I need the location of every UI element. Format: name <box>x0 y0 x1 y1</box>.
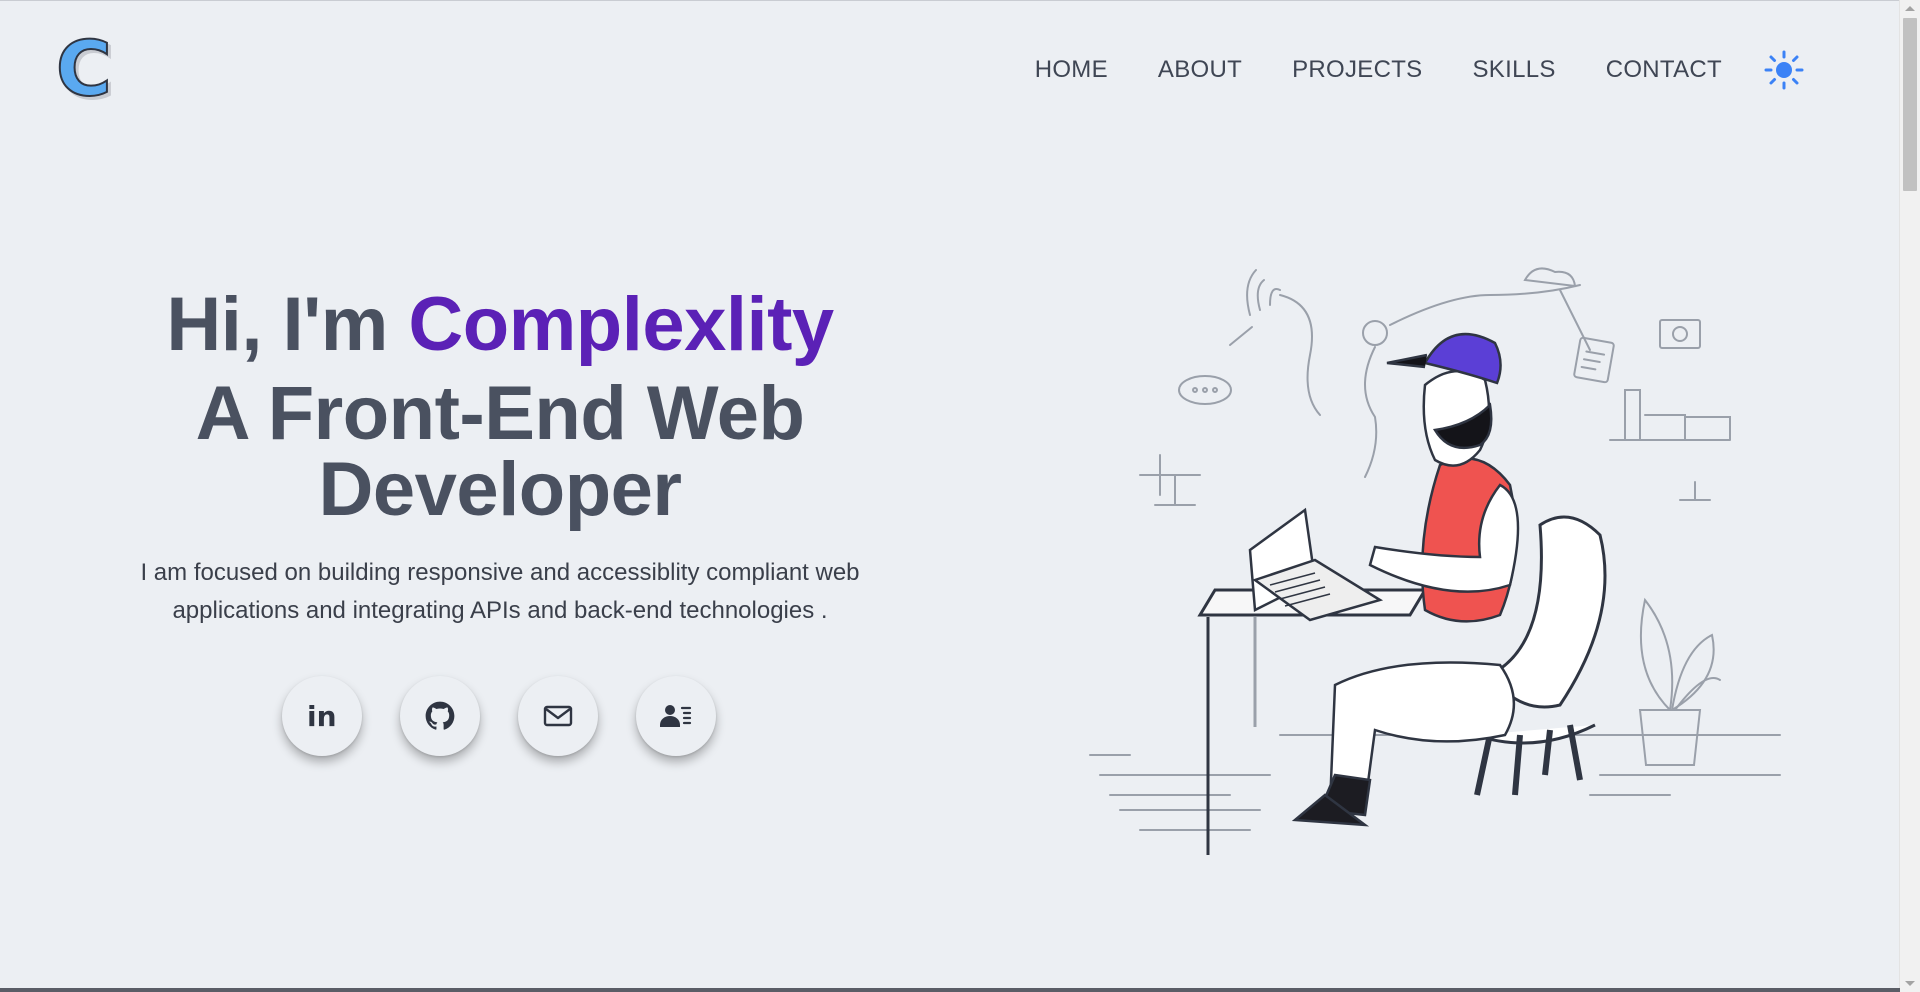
theme-toggle-button[interactable] <box>1764 50 1804 90</box>
scroll-thumb[interactable] <box>1903 18 1917 191</box>
github-button[interactable] <box>400 676 480 756</box>
nav-skills[interactable]: SKILLS <box>1473 56 1556 84</box>
social-links: in <box>282 676 716 756</box>
developer-at-desk-icon <box>1089 267 1781 857</box>
role-line-2: Developer <box>318 447 683 532</box>
nav-projects[interactable]: PROJECTS <box>1292 56 1422 84</box>
contact-card-button[interactable] <box>636 676 716 756</box>
svg-text:in: in <box>307 701 337 731</box>
scroll-down-arrow-icon[interactable] <box>1905 981 1915 986</box>
github-icon <box>425 701 455 730</box>
hero-intro: I am focused on building responsive and … <box>140 559 860 624</box>
nav-contact[interactable]: CONTACT <box>1606 56 1722 84</box>
greeting-prefix: Hi, I'm <box>166 282 409 367</box>
scroll-up-arrow-icon[interactable] <box>1905 6 1915 11</box>
contact-card-icon <box>660 705 692 727</box>
role-line-1: A Front-End Web <box>195 371 805 456</box>
hero-role: A Front-End Web Developer <box>100 376 900 528</box>
logo-c-icon: C C <box>55 23 116 117</box>
hero-section: Hi, I'm Complexlity A Front-End Web Deve… <box>100 280 900 630</box>
sun-icon <box>1764 50 1804 90</box>
linkedin-icon: in <box>307 701 337 731</box>
top-border <box>0 0 1920 1</box>
linkedin-button[interactable]: in <box>282 676 362 756</box>
main-nav: HOME ABOUT PROJECTS SKILLS CONTACT <box>1035 50 1804 90</box>
site-logo[interactable]: C C <box>55 23 124 117</box>
vertical-scrollbar[interactable] <box>1899 0 1920 992</box>
bottom-edge <box>0 988 1900 992</box>
email-button[interactable] <box>518 676 598 756</box>
hero-greeting: Hi, I'm Complexlity <box>100 280 900 370</box>
svg-text:C: C <box>56 36 112 108</box>
nav-home[interactable]: HOME <box>1035 56 1108 84</box>
hero-name: Complexlity <box>408 282 834 367</box>
nav-about[interactable]: ABOUT <box>1158 56 1242 84</box>
developer-illustration <box>1080 255 1830 857</box>
mail-icon <box>543 705 573 727</box>
